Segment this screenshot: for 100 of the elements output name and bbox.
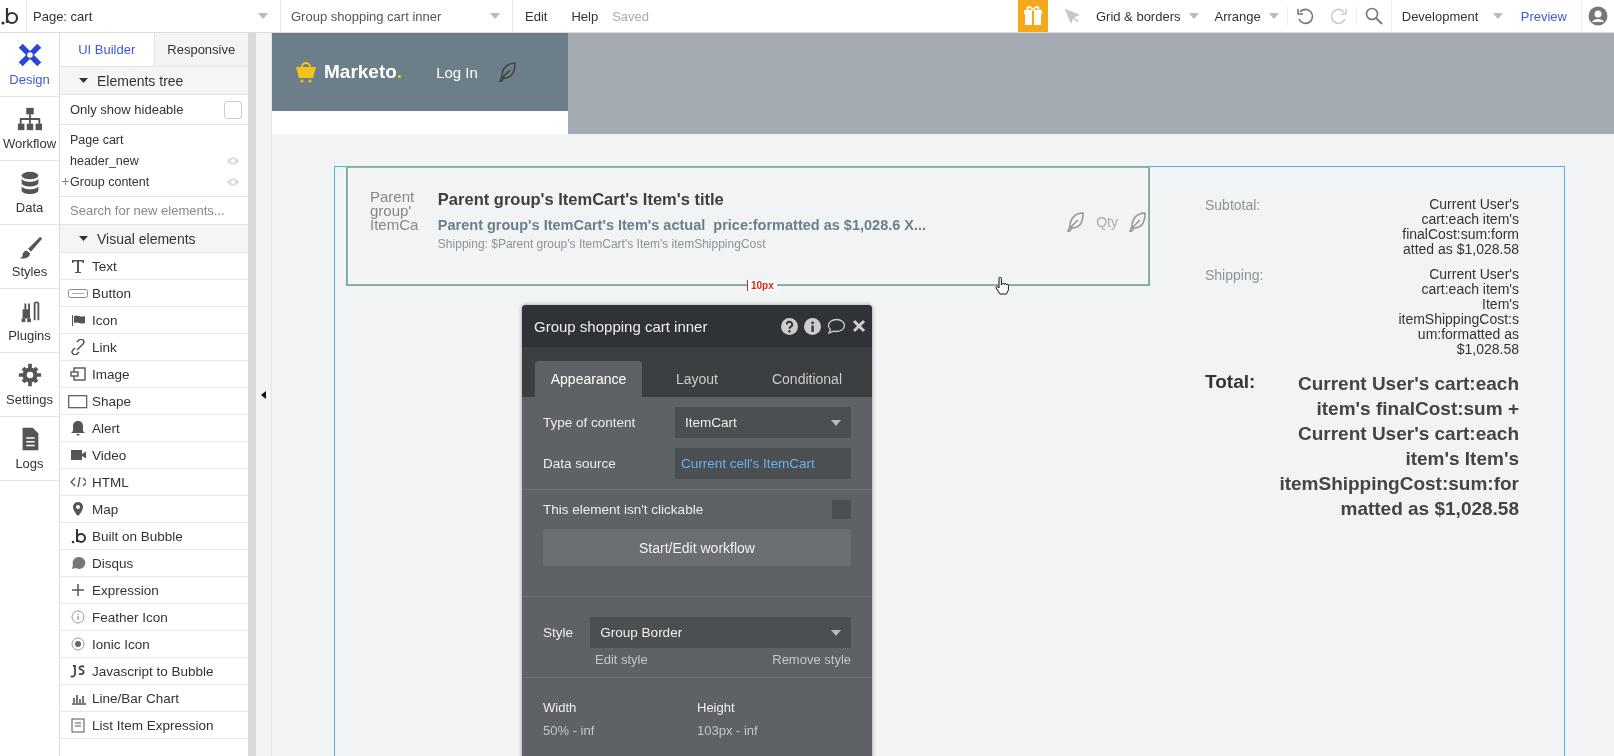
logo-icon[interactable] bbox=[0, 6, 20, 26]
user-avatar-icon[interactable] bbox=[1588, 6, 1608, 26]
element-list-item[interactable]: Map bbox=[60, 496, 248, 523]
feather-icon bbox=[1128, 212, 1148, 232]
tree-item[interactable]: Page cart bbox=[60, 129, 248, 150]
tree-item[interactable]: header_new bbox=[60, 150, 248, 171]
element-list-item[interactable]: Feather Icon bbox=[60, 604, 248, 631]
bubble-logo-icon bbox=[70, 528, 86, 544]
quantity-label: Qty bbox=[1096, 214, 1118, 230]
tree-item[interactable]: Group content bbox=[60, 171, 248, 192]
editor-tab[interactable]: Conditional bbox=[752, 361, 862, 397]
spacing-label: 10px bbox=[747, 280, 777, 291]
info-icon[interactable] bbox=[804, 317, 821, 335]
menu-item[interactable]: Edit bbox=[513, 8, 560, 24]
field-label: Style bbox=[543, 625, 574, 640]
element-list-item[interactable]: Image bbox=[60, 361, 248, 388]
element-list-item[interactable]: Disqus bbox=[60, 550, 248, 577]
element-list-item[interactable]: Ionic Icon bbox=[60, 631, 248, 658]
login-link[interactable]: Log In bbox=[436, 63, 478, 81]
total-value: Current User's cart:each item's finalCost:sum + Current User's cart:each item's Item's itemShippingCost:sum:formatted as $1,028.58 bbox=[1278, 372, 1519, 521]
subtotal-value: Current User's cart:each item's finalCost:sum:formatted as $1,028.58 bbox=[1401, 197, 1519, 257]
element-list-item[interactable]: Button bbox=[60, 280, 248, 307]
item-title: Parent group's ItemCart's Item's title bbox=[437, 190, 725, 209]
subtotal-label: Subtotal: bbox=[1205, 197, 1261, 215]
editor-tab[interactable]: Appearance bbox=[535, 361, 642, 397]
shopping-bag-icon bbox=[294, 60, 318, 84]
map-pin-icon bbox=[70, 501, 86, 517]
caret-icon bbox=[1268, 13, 1279, 19]
panel-tab[interactable]: Responsive bbox=[153, 33, 248, 66]
code-icon bbox=[70, 474, 86, 490]
rail-item[interactable]: Workflow bbox=[0, 97, 59, 161]
caret-icon bbox=[258, 13, 268, 19]
element-list-item[interactable]: List Item Expression bbox=[60, 712, 248, 739]
element-list-item[interactable]: Expression bbox=[60, 577, 248, 604]
text-icon bbox=[70, 258, 86, 274]
caret-icon bbox=[831, 419, 841, 426]
comment-icon[interactable] bbox=[827, 317, 846, 335]
image-placeholder-text: Parent group' ItemCa bbox=[370, 190, 418, 235]
design-icon bbox=[16, 42, 43, 68]
rail-item[interactable]: Plugins bbox=[0, 289, 59, 353]
element-list-item[interactable]: Built on Bubble bbox=[60, 523, 248, 550]
checkbox-label: This element isn't clickable bbox=[543, 502, 704, 517]
rail-item[interactable]: Design bbox=[0, 33, 59, 97]
logo-text: Marketo. bbox=[324, 61, 403, 83]
page-selector[interactable]: Page: cart bbox=[26, 0, 281, 32]
checkbox[interactable] bbox=[224, 100, 242, 119]
element-list-item[interactable]: Alert bbox=[60, 415, 248, 442]
editor-title: Group shopping cart inner bbox=[534, 317, 709, 335]
editor-tab[interactable]: Layout bbox=[642, 361, 752, 397]
caret-icon bbox=[1492, 13, 1503, 19]
undo-icon[interactable] bbox=[1286, 7, 1314, 25]
element-list-item[interactable]: Link bbox=[60, 334, 248, 361]
grid-borders-menu[interactable]: Grid & borders bbox=[1087, 0, 1207, 32]
caret-icon bbox=[1188, 13, 1199, 19]
caret-icon bbox=[831, 629, 841, 636]
field-label: Data source bbox=[543, 456, 616, 471]
preview-link[interactable]: Preview bbox=[1510, 0, 1582, 32]
help-icon[interactable] bbox=[781, 317, 798, 335]
element-list-item[interactable]: Text bbox=[60, 253, 248, 280]
bell-icon bbox=[70, 420, 86, 436]
speech-bubble-icon bbox=[70, 555, 86, 571]
image-icon bbox=[70, 366, 86, 382]
expand-icon[interactable] bbox=[62, 178, 69, 185]
rail-item[interactable]: Logs bbox=[0, 417, 59, 481]
element-list-item[interactable]: HTML bbox=[60, 469, 248, 496]
style-dropdown[interactable]: Group Border bbox=[590, 617, 851, 648]
element-list-item[interactable]: Javascript to Bubble bbox=[60, 658, 248, 685]
element-selector[interactable]: Group shopping cart inner bbox=[281, 0, 513, 32]
element-list-item[interactable]: Line/Bar Chart bbox=[60, 685, 248, 712]
menu-item[interactable]: Help bbox=[559, 8, 611, 24]
element-list-item[interactable]: Shape bbox=[60, 388, 248, 415]
search-icon[interactable] bbox=[1355, 7, 1383, 25]
element-list-item[interactable]: Icon bbox=[60, 307, 248, 334]
hand-cursor-icon bbox=[995, 277, 1009, 295]
data-source-field[interactable]: Current cell's ItemCart bbox=[675, 448, 851, 479]
type-of-content-dropdown[interactable]: ItemCart bbox=[675, 407, 851, 438]
caret-icon bbox=[490, 13, 500, 19]
rail-item[interactable]: Data bbox=[0, 161, 59, 225]
item-shipping: Shipping: $Parent group's ItemCart's Item's itemShippingCost bbox=[437, 237, 767, 251]
list-icon bbox=[70, 717, 86, 733]
remove-style-link[interactable]: Remove style bbox=[772, 652, 851, 667]
rail-item[interactable]: Styles bbox=[0, 225, 59, 289]
item-price: Parent group's ItemCart's Item's actual price:formatted as $1,028.6 X... bbox=[437, 217, 928, 233]
environment-selector[interactable]: Development bbox=[1390, 0, 1511, 32]
section-header[interactable]: Elements tree bbox=[60, 67, 248, 95]
plus-icon bbox=[70, 582, 86, 598]
feather-icon bbox=[1066, 212, 1087, 232]
height-value: 103px - inf bbox=[697, 723, 759, 738]
arrange-menu[interactable]: Arrange bbox=[1206, 0, 1287, 32]
edit-style-link[interactable]: Edit style bbox=[595, 652, 648, 667]
js-icon bbox=[70, 663, 86, 679]
section-header[interactable]: Visual elements bbox=[60, 225, 248, 253]
element-list-item[interactable]: Video bbox=[60, 442, 248, 469]
link-icon bbox=[70, 339, 86, 355]
start-edit-workflow-button[interactable]: Start/Edit workflow bbox=[543, 529, 851, 566]
shipping-value: Current User's cart:each item's Item's itemShippingCost:sum:formatted as $1,028.58 bbox=[1397, 267, 1519, 357]
rail-item[interactable]: Settings bbox=[0, 353, 59, 417]
close-icon[interactable] bbox=[852, 319, 866, 333]
collapse-caret-icon[interactable] bbox=[261, 390, 266, 399]
info-circle-icon bbox=[70, 609, 86, 625]
